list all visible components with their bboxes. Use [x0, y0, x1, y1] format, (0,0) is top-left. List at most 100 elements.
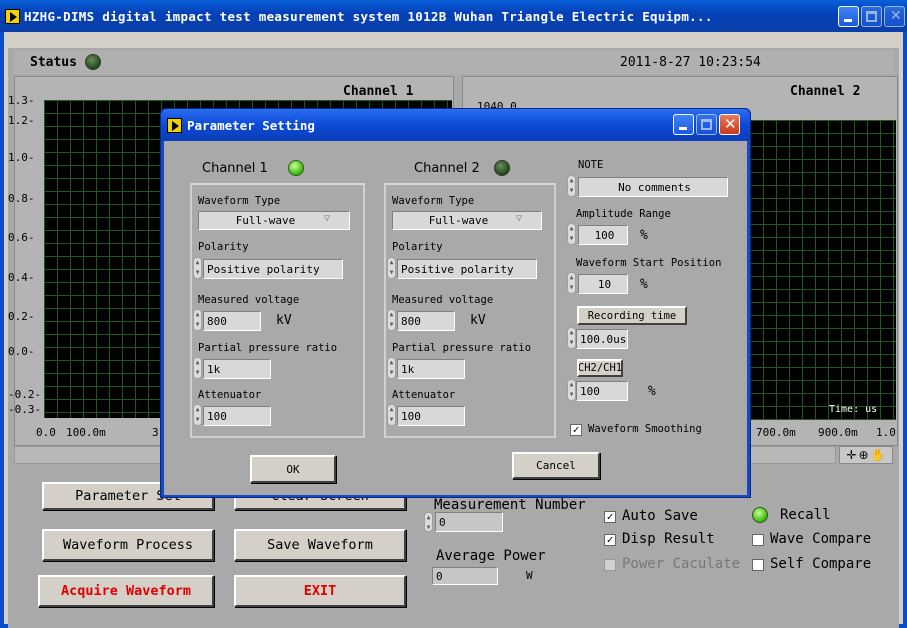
ch1-y-tick: 0.8-: [8, 192, 35, 205]
power-calculate-label: Power Caculate: [622, 556, 741, 572]
ch2-ratio-field[interactable]: 1k: [397, 359, 465, 379]
ch1-y-tick: 0.6-: [8, 231, 35, 244]
ch2-x-tick: 700.0m: [756, 426, 796, 439]
save-waveform-button[interactable]: Save Waveform: [234, 529, 406, 561]
dialog-title: Parameter Setting: [187, 117, 315, 133]
ch2-polarity-spinner[interactable]: ▲ ▼: [387, 257, 396, 279]
auto-save-checkbox[interactable]: ✓: [604, 511, 616, 523]
ch2-polarity-label: Polarity: [392, 241, 443, 253]
start-position-unit: %: [640, 277, 648, 292]
ch1-y-tick: 0.2-: [8, 310, 35, 323]
ch1-voltage-field[interactable]: 800: [203, 311, 261, 331]
minimize-button[interactable]: [838, 6, 859, 27]
smoothing-checkbox[interactable]: ✓: [570, 424, 582, 436]
measurement-number-spinner[interactable]: ▲ ▼: [424, 512, 433, 532]
ch1-voltage-label: Measured voltage: [198, 294, 300, 306]
recording-time-spinner[interactable]: ▲ ▼: [567, 327, 576, 349]
measurement-number-label: Measurement Number: [434, 497, 586, 513]
smoothing-label: Waveform Smoothing: [588, 423, 702, 435]
ch1-voltage-spinner[interactable]: ▲ ▼: [193, 309, 202, 331]
ch1-y-tick: 0.0-: [8, 345, 35, 358]
ch1-y-tick: -0.3-: [8, 403, 42, 416]
auto-save-label: Auto Save: [622, 508, 698, 524]
ch1-y-tick: 1.2-: [8, 114, 35, 127]
channel1-title: Channel 1: [343, 84, 414, 99]
exit-button[interactable]: EXIT: [234, 575, 406, 607]
ch1-voltage-unit: kV: [276, 313, 292, 328]
ch1-y-tick: 1.3-: [8, 94, 35, 107]
note-spinner[interactable]: ▲ ▼: [567, 175, 576, 197]
ch1-attenuator-label: Attenuator: [198, 389, 262, 401]
ch1-y-tick: 1.0-: [8, 151, 35, 164]
ch1-polarity-field[interactable]: Positive polarity: [203, 259, 343, 279]
self-compare-label: Self Compare: [770, 556, 872, 572]
parameter-setting-dialog: Parameter Setting ✕ Channel 1 Waveform T…: [160, 108, 751, 498]
crosshair-icon[interactable]: ✛: [846, 448, 856, 462]
ch1-attenuator-spinner[interactable]: ▲ ▼: [193, 404, 202, 426]
channel2-plot: [750, 120, 896, 420]
amplitude-unit: %: [640, 228, 648, 243]
dialog-ch2-label: Channel 2: [414, 161, 480, 176]
wave-compare-label: Wave Compare: [770, 531, 872, 547]
amplitude-field[interactable]: 100: [578, 225, 628, 245]
ch2-ch1-field[interactable]: 100: [576, 381, 628, 401]
status-label: Status: [30, 54, 77, 70]
ch1-ratio-field[interactable]: 1k: [203, 359, 271, 379]
average-power-unit: W: [526, 569, 533, 582]
dialog-minimize-button[interactable]: [673, 114, 694, 135]
note-field[interactable]: No comments: [578, 177, 728, 197]
window-title: HZHG-DIMS digital impact test measuremen…: [24, 8, 713, 24]
wave-compare-checkbox[interactable]: [752, 534, 764, 546]
self-compare-checkbox[interactable]: [752, 559, 764, 571]
ch1-x-tick: 3: [152, 426, 159, 439]
cancel-button[interactable]: Cancel: [512, 452, 600, 479]
dialog-titlebar: Parameter Setting ✕: [161, 109, 750, 141]
pan-hand-icon[interactable]: ✋: [871, 448, 886, 462]
note-label: NOTE: [578, 159, 604, 171]
ch2-ch1-button[interactable]: CH2/CH1: [577, 359, 623, 377]
ch2-voltage-spinner[interactable]: ▲ ▼: [387, 309, 396, 331]
waveform-process-button[interactable]: Waveform Process: [42, 529, 214, 561]
recall-led-icon: [752, 507, 768, 523]
start-position-spinner[interactable]: ▲ ▼: [567, 272, 576, 294]
disp-result-checkbox[interactable]: ✓: [604, 534, 616, 546]
maximize-button[interactable]: [861, 6, 882, 27]
disp-result-label: Disp Result: [622, 531, 715, 547]
ch2-x-tick: 1.0: [876, 426, 896, 439]
acquire-waveform-button[interactable]: Acquire Waveform: [38, 575, 214, 607]
ch1-dropdown-icon: ▽: [324, 213, 331, 224]
ch2-attenuator-field[interactable]: 100: [397, 406, 465, 426]
zoom-icon[interactable]: ⊕: [859, 448, 869, 462]
ch2-polarity-field[interactable]: Positive polarity: [397, 259, 537, 279]
ch2-ratio-spinner[interactable]: ▲ ▼: [387, 357, 396, 379]
ch1-ratio-spinner[interactable]: ▲ ▼: [193, 357, 202, 379]
close-button[interactable]: ✕: [884, 6, 905, 27]
ch1-polarity-spinner[interactable]: ▲ ▼: [193, 257, 202, 279]
recording-time-field[interactable]: 100.0us: [576, 329, 628, 349]
channel2-title: Channel 2: [790, 84, 861, 99]
ch2-attenuator-label: Attenuator: [392, 389, 456, 401]
ok-button[interactable]: OK: [250, 455, 336, 483]
datetime: 2011-8-27 10:23:54: [620, 54, 761, 70]
dialog-app-icon: [167, 117, 182, 133]
dialog-close-button[interactable]: ✕: [719, 114, 740, 135]
ch1-attenuator-field[interactable]: 100: [203, 406, 271, 426]
measurement-number-field[interactable]: 0: [435, 512, 503, 532]
ch2-ch1-spinner[interactable]: ▲ ▼: [567, 379, 576, 401]
ch2-voltage-field[interactable]: 800: [397, 311, 455, 331]
power-calculate-checkbox[interactable]: [604, 559, 616, 571]
recording-time-button[interactable]: Recording time: [577, 306, 687, 325]
ch2-ratio-label: Partial pressure ratio: [392, 342, 532, 354]
status-led-icon: [84, 54, 101, 70]
time-unit-label: Time: us: [829, 404, 878, 415]
app-icon: [5, 8, 20, 24]
start-position-field[interactable]: 10: [578, 274, 628, 294]
ch2-x-tick: 900.0m: [818, 426, 858, 439]
ch2-attenuator-spinner[interactable]: ▲ ▼: [387, 404, 396, 426]
dialog-maximize-button[interactable]: [696, 114, 717, 135]
ch1-x-tick: 0.0: [36, 426, 56, 439]
amplitude-range-label: Amplitude Range: [576, 208, 671, 220]
dialog-ch1-label: Channel 1: [202, 161, 268, 176]
amplitude-spinner[interactable]: ▲ ▼: [567, 223, 576, 245]
ch2-dropdown-icon: ▽: [516, 213, 523, 224]
